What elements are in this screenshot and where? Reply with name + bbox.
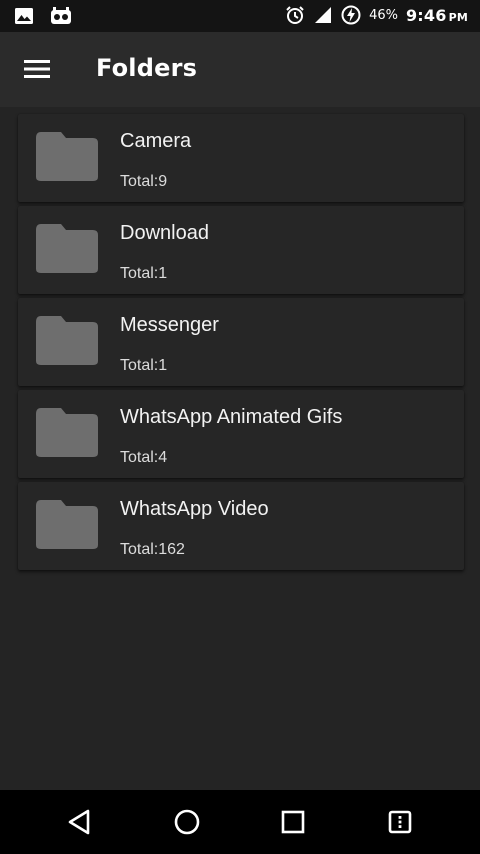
folder-name: Messenger <box>120 314 219 336</box>
folder-list: Camera Total:9 Download Total:1 Messenge… <box>18 114 464 574</box>
sim-face-icon <box>50 6 72 26</box>
clock: 9:46 PM <box>406 6 468 25</box>
home-button[interactable] <box>173 808 201 836</box>
battery-percent: 46% <box>369 7 398 23</box>
clock-ampm: PM <box>448 10 468 24</box>
status-right-icons: 46% 9:46 PM <box>285 5 468 25</box>
folder-icon <box>36 224 98 273</box>
navigation-bar <box>0 790 480 854</box>
folder-name: Camera <box>120 130 192 152</box>
folder-item-camera[interactable]: Camera Total:9 <box>18 114 464 202</box>
folder-count: Total:9 <box>120 173 168 190</box>
app-bar: Folders <box>0 32 480 107</box>
folder-item-download[interactable]: Download Total:1 <box>18 206 464 294</box>
signal-icon <box>313 5 333 25</box>
folder-icon <box>36 132 98 181</box>
folder-item-messenger[interactable]: Messenger Total:1 <box>18 298 464 386</box>
back-icon <box>68 809 90 835</box>
folder-name: WhatsApp Animated Gifs <box>120 406 343 428</box>
recents-button[interactable] <box>279 808 307 836</box>
folder-name: Download <box>120 222 209 244</box>
page-title: Folders <box>96 54 198 82</box>
folder-icon <box>36 500 98 549</box>
folder-count: Total:162 <box>120 541 185 558</box>
folder-count: Total:1 <box>120 265 168 282</box>
overflow-menu-button[interactable] <box>386 808 414 836</box>
hamburger-menu-button[interactable] <box>24 58 50 80</box>
folder-count: Total:4 <box>120 449 168 466</box>
hamburger-menu-icon <box>24 60 50 78</box>
menu-icon <box>388 810 412 834</box>
folder-icon <box>36 316 98 365</box>
folder-icon <box>36 408 98 457</box>
folder-count: Total:1 <box>120 357 168 374</box>
folder-item-whatsapp-video[interactable]: WhatsApp Video Total:162 <box>18 482 464 570</box>
battery-charging-icon <box>341 5 361 25</box>
status-bar: 46% 9:46 PM <box>0 0 480 32</box>
back-button[interactable] <box>66 808 94 836</box>
folder-name: WhatsApp Video <box>120 498 269 520</box>
recents-icon <box>281 810 305 834</box>
status-left-icons <box>14 6 72 26</box>
alarm-icon <box>285 5 305 25</box>
folder-item-whatsapp-animated-gifs[interactable]: WhatsApp Animated Gifs Total:4 <box>18 390 464 478</box>
image-icon <box>14 6 34 26</box>
clock-time: 9:46 <box>405 5 447 25</box>
screen: 46% 9:46 PM Folders Camera Total:9 Downl… <box>0 0 480 854</box>
home-icon <box>174 809 200 835</box>
